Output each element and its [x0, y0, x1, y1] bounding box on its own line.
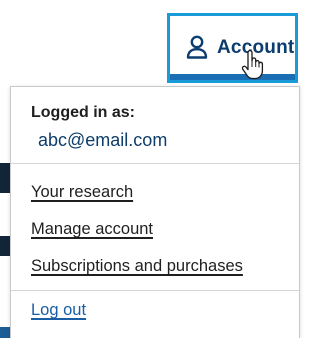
logged-in-label: Logged in as: [31, 104, 135, 121]
account-dropdown-menu: Logged in as: abc@email.com Your researc… [10, 86, 300, 338]
page: Account Logged in as: abc@email.com Your… [0, 0, 304, 338]
subscriptions-purchases-link[interactable]: Subscriptions and purchases [31, 257, 243, 276]
your-research-link[interactable]: Your research [31, 183, 133, 202]
menu-divider [11, 290, 299, 291]
account-active-indicator [170, 74, 295, 80]
log-out-link[interactable]: Log out [31, 301, 86, 320]
user-icon [186, 35, 208, 59]
hand-pointer-icon [241, 49, 265, 80]
background-page-edge [0, 327, 10, 338]
background-page-edge [0, 163, 10, 193]
manage-account-link[interactable]: Manage account [31, 220, 153, 239]
account-button[interactable]: Account [167, 13, 298, 83]
user-email: abc@email.com [38, 130, 168, 150]
dropdown-header: Logged in as: abc@email.com [11, 87, 299, 164]
background-page-edge [0, 236, 10, 256]
